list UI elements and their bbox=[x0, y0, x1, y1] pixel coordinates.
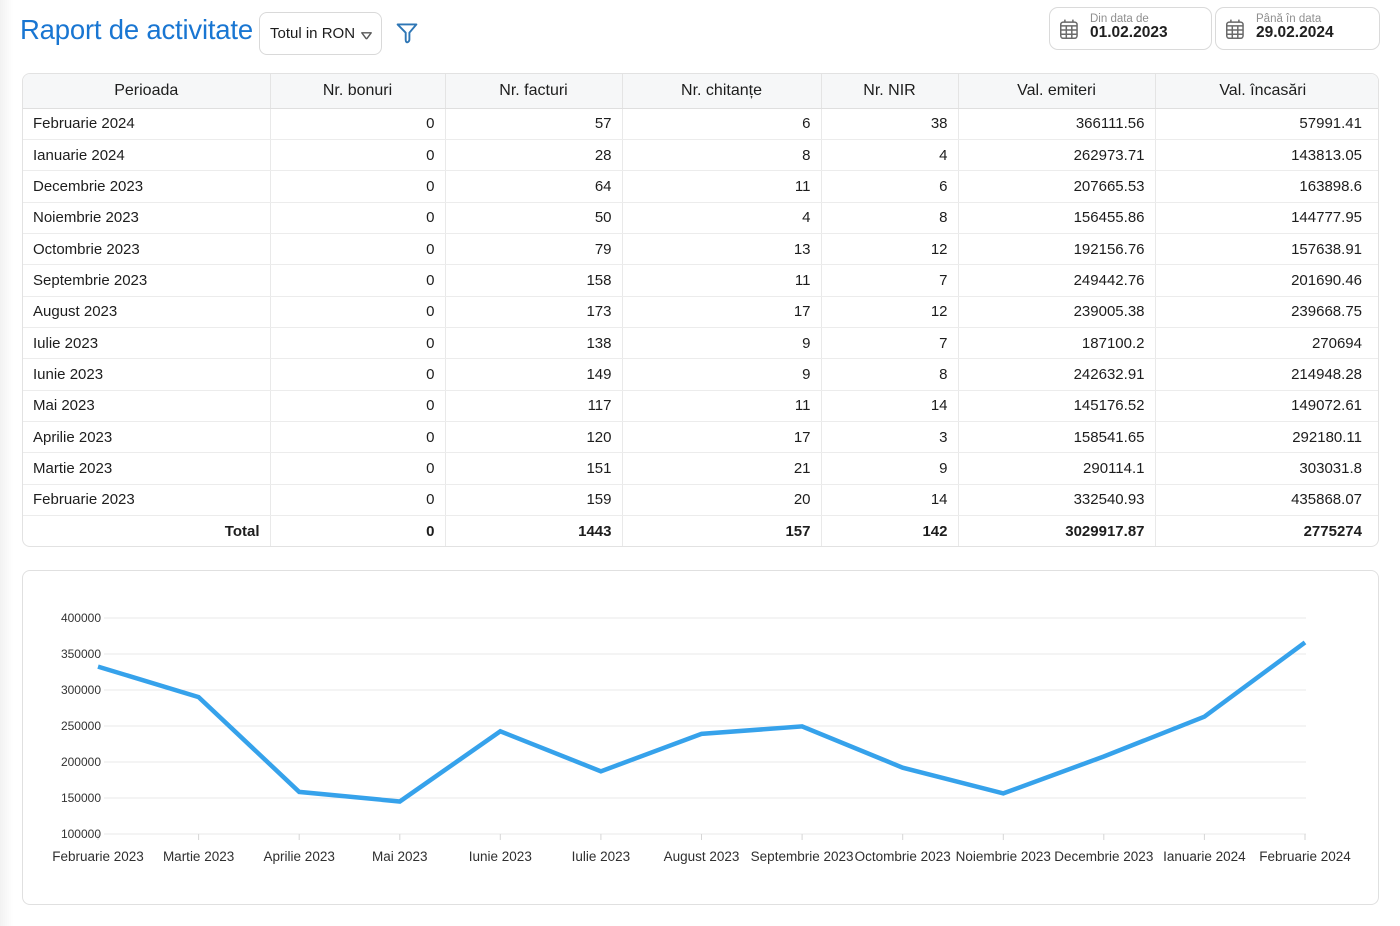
svg-text:Iunie 2023: Iunie 2023 bbox=[469, 849, 532, 864]
svg-text:August 2023: August 2023 bbox=[664, 849, 740, 864]
svg-text:200000: 200000 bbox=[61, 755, 101, 769]
svg-text:300000: 300000 bbox=[61, 683, 101, 697]
svg-text:Septembrie 2023: Septembrie 2023 bbox=[751, 849, 854, 864]
svg-text:350000: 350000 bbox=[61, 647, 101, 661]
svg-text:Februarie 2023: Februarie 2023 bbox=[52, 849, 144, 864]
svg-text:250000: 250000 bbox=[61, 719, 101, 733]
svg-text:Aprilie 2023: Aprilie 2023 bbox=[264, 849, 335, 864]
svg-text:Mai 2023: Mai 2023 bbox=[372, 849, 428, 864]
svg-text:Octombrie 2023: Octombrie 2023 bbox=[855, 849, 951, 864]
svg-text:Ianuarie 2024: Ianuarie 2024 bbox=[1163, 849, 1246, 864]
svg-text:Februarie 2024: Februarie 2024 bbox=[1259, 849, 1351, 864]
svg-text:100000: 100000 bbox=[61, 827, 101, 841]
svg-text:150000: 150000 bbox=[61, 791, 101, 805]
svg-text:Noiembrie 2023: Noiembrie 2023 bbox=[956, 849, 1051, 864]
svg-text:Iulie 2023: Iulie 2023 bbox=[572, 849, 631, 864]
svg-text:400000: 400000 bbox=[61, 611, 101, 625]
svg-text:Martie 2023: Martie 2023 bbox=[163, 849, 234, 864]
svg-text:Decembrie 2023: Decembrie 2023 bbox=[1054, 849, 1153, 864]
